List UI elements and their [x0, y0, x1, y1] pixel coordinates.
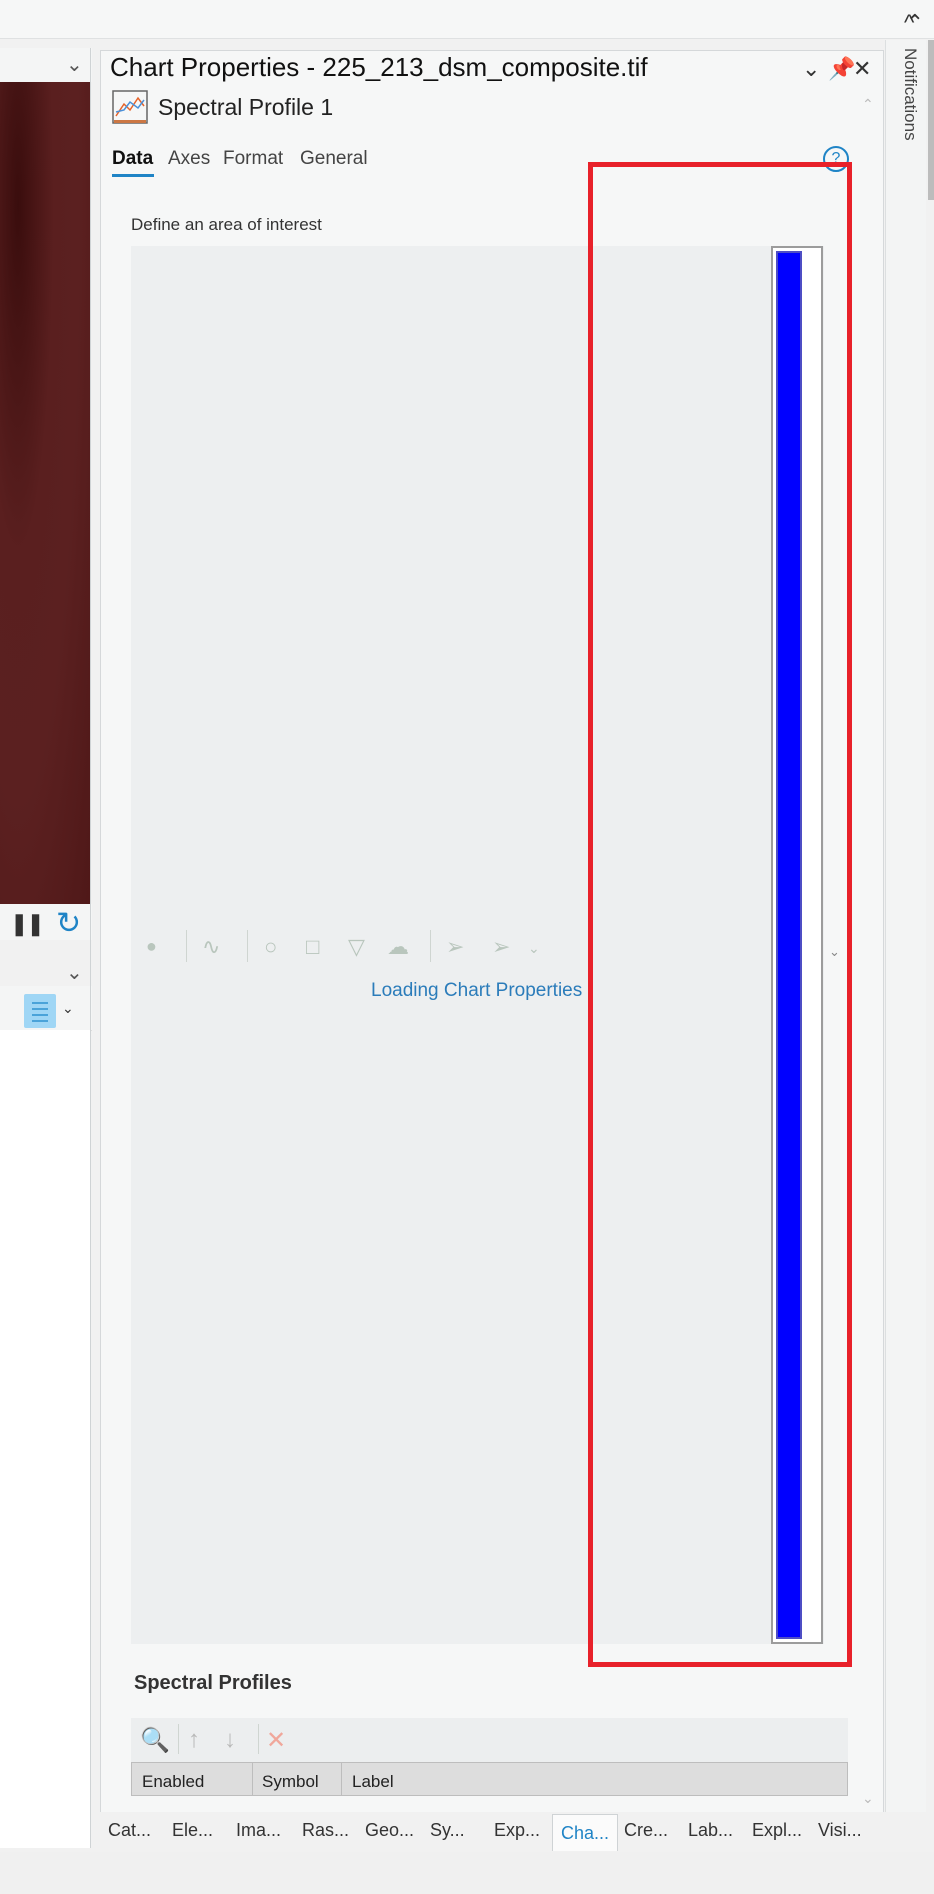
tab-element[interactable]: Ele... — [172, 1820, 213, 1841]
spectral-profiles-title: Spectral Profiles — [134, 1672, 292, 1694]
tab-symbology[interactable]: Sy... — [430, 1820, 465, 1841]
toolbar-separator — [186, 930, 187, 962]
tab-format[interactable]: Format — [223, 148, 283, 170]
tab-create[interactable]: Cre... — [624, 1820, 668, 1841]
top-strip — [0, 0, 934, 39]
freehand-icon[interactable]: ☁ — [387, 934, 409, 960]
pane-divider[interactable] — [90, 48, 91, 1848]
map-view[interactable] — [0, 82, 90, 904]
pause-icon[interactable]: ❚❚ — [10, 911, 45, 937]
point-icon[interactable]: ● — [146, 936, 157, 957]
list-view-icon[interactable] — [24, 994, 56, 1028]
collapse-ribbon-icon[interactable]: ^ — [904, 10, 914, 36]
tab-export[interactable]: Exp... — [494, 1820, 540, 1841]
rail-scrollbar[interactable] — [928, 40, 934, 200]
tab-chart[interactable]: Cha... — [552, 1814, 619, 1851]
polygon-icon[interactable]: ▽ — [348, 934, 365, 960]
toolbar-separator — [247, 930, 248, 962]
loading-message: Loading Chart Properties — [371, 980, 583, 1001]
pane-title: Chart Properties - 225_213_dsm_composite… — [110, 52, 648, 82]
tab-visibility[interactable]: Visi... — [818, 1820, 862, 1841]
circle-icon[interactable]: ○ — [264, 934, 277, 960]
delete-icon[interactable]: ✕ — [266, 1726, 286, 1755]
column-divider[interactable] — [341, 1763, 342, 1795]
pane-options-icon[interactable]: ⌄ — [802, 56, 820, 82]
status-bar — [0, 1852, 934, 1894]
zoom-icon[interactable]: 🔍 — [140, 1726, 170, 1755]
table-header — [131, 1762, 848, 1796]
spectral-profiles-toolbar — [131, 1718, 848, 1762]
refresh-icon[interactable]: ↻ — [56, 906, 81, 941]
chevron-down-icon[interactable]: ⌄ — [66, 52, 83, 77]
tab-axes[interactable]: Axes — [168, 148, 210, 170]
tab-catalog[interactable]: Cat... — [108, 1820, 151, 1841]
select-feature-icon[interactable]: ➢ — [446, 934, 464, 960]
tab-labeling[interactable]: Lab... — [688, 1820, 733, 1841]
tab-explore[interactable]: Expl... — [752, 1820, 802, 1841]
line-icon[interactable]: ∿ — [202, 934, 220, 960]
aoi-label: Define an area of interest — [131, 215, 322, 234]
lower-pane-content — [0, 1030, 90, 1848]
move-down-icon[interactable]: ↓ — [224, 1726, 236, 1754]
column-header-label[interactable]: Label — [352, 1772, 394, 1792]
toolbar-separator — [430, 930, 431, 962]
tab-general[interactable]: General — [300, 148, 368, 170]
chart-name: Spectral Profile 1 — [158, 94, 334, 120]
notifications-tab[interactable]: Notifications — [900, 48, 920, 141]
toolbar-separator — [178, 1724, 179, 1754]
column-header-symbol[interactable]: Symbol — [262, 1772, 319, 1792]
rectangle-icon[interactable]: □ — [306, 934, 319, 960]
toolbar-separator — [258, 1724, 259, 1754]
pane-scroll-up-icon[interactable]: ⌃ — [862, 96, 874, 113]
close-icon[interactable]: ✕ — [853, 56, 871, 82]
active-tab-indicator — [112, 174, 154, 177]
column-header-enabled[interactable]: Enabled — [142, 1772, 204, 1792]
tab-geo[interactable]: Geo... — [365, 1820, 414, 1841]
move-up-icon[interactable]: ↑ — [188, 1726, 200, 1754]
chart-icon — [112, 90, 148, 124]
list-dropdown-icon[interactable]: ⌄ — [62, 1000, 74, 1017]
pin-icon[interactable]: 📌 — [828, 56, 855, 82]
select-graphic-icon[interactable]: ➢ — [492, 934, 510, 960]
highlight-box — [588, 162, 852, 1667]
column-divider[interactable] — [252, 1763, 253, 1795]
chevron-down-icon[interactable]: ⌄ — [66, 960, 83, 985]
pane-scroll-down-icon[interactable]: ⌄ — [862, 1790, 874, 1807]
chevron-down-icon[interactable]: ⌄ — [528, 940, 540, 957]
notifications-rail — [885, 40, 926, 1812]
tab-raster[interactable]: Ras... — [302, 1820, 349, 1841]
tab-image[interactable]: Ima... — [236, 1820, 281, 1841]
tab-data[interactable]: Data — [112, 148, 153, 170]
